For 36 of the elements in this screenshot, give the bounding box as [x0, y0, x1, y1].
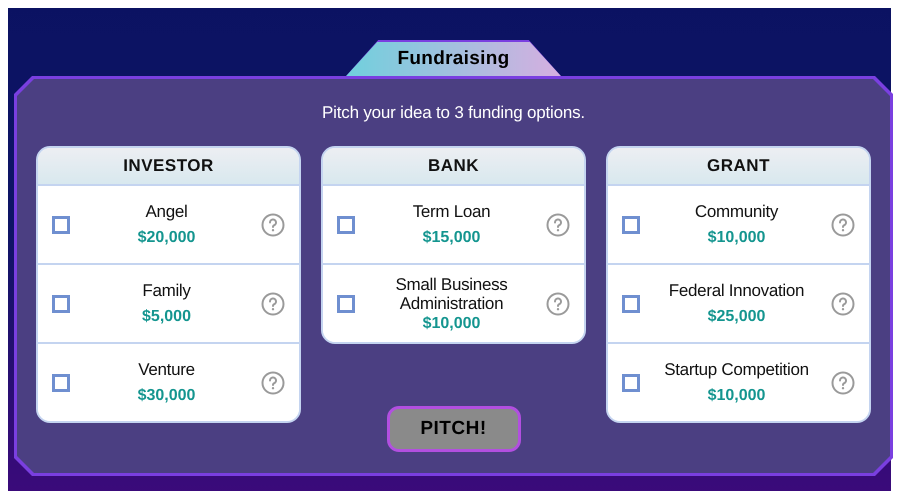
checkbox[interactable] — [52, 294, 70, 312]
checkbox[interactable] — [337, 216, 355, 234]
help-icon[interactable] — [831, 292, 855, 316]
checkbox[interactable] — [622, 374, 640, 392]
option-amount: $10,000 — [708, 387, 766, 405]
help-icon[interactable] — [831, 370, 855, 394]
option-name: Federal Innovation — [668, 281, 804, 300]
card-header: BANK — [323, 148, 584, 184]
option-name: Community — [694, 202, 778, 221]
option-amount: $20,000 — [138, 229, 196, 247]
instruction-text: Pitch your idea to 3 funding options. — [322, 103, 585, 123]
option-name: Family — [142, 281, 191, 300]
checkbox[interactable] — [52, 216, 70, 234]
option-amount: $10,000 — [708, 229, 766, 247]
option-name: Term Loan — [412, 202, 490, 221]
card-header: GRANT — [608, 148, 869, 184]
help-icon[interactable] — [261, 292, 285, 316]
help-icon[interactable] — [261, 370, 285, 394]
checkbox[interactable] — [622, 216, 640, 234]
option-amount: $10,000 — [422, 314, 480, 332]
card-header: INVESTOR — [38, 148, 299, 184]
option-amount: $30,000 — [138, 387, 196, 405]
option-name: Startup Competition — [664, 360, 809, 379]
checkbox[interactable] — [622, 294, 640, 312]
option-amount: $5,000 — [142, 308, 191, 326]
checkbox[interactable] — [337, 294, 355, 312]
option-name: Angel — [146, 202, 188, 221]
option-name: Venture — [138, 360, 195, 379]
option-amount: $25,000 — [708, 308, 766, 326]
option-amount: $15,000 — [422, 229, 480, 247]
checkbox[interactable] — [52, 374, 70, 392]
help-icon[interactable] — [546, 292, 570, 316]
help-icon[interactable] — [261, 212, 285, 236]
option-name: Small Business Administration — [394, 274, 508, 312]
help-icon[interactable] — [546, 212, 570, 236]
help-icon[interactable] — [831, 212, 855, 236]
